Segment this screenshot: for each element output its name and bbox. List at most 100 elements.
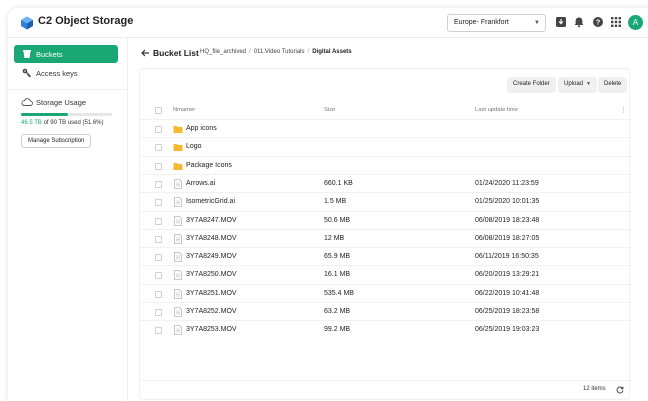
app-window: C2 Object Storage Europe- Frankfort ▼ ? … <box>8 8 648 401</box>
avatar[interactable]: A <box>628 15 643 30</box>
file-name[interactable]: 3Y7A8248.MOV <box>186 235 237 242</box>
file-name[interactable]: 3Y7A8249.MOV <box>186 253 237 260</box>
create-folder-button[interactable]: Create Folder <box>507 77 556 93</box>
file-name[interactable]: App icons <box>186 125 217 132</box>
table-row[interactable]: IsometricGrid.ai 1.5 MB 01/25/2020 10:01:3… <box>140 192 631 210</box>
sidebar-item-buckets[interactable]: Buckets <box>14 45 118 63</box>
file-name[interactable]: Logo <box>186 143 202 150</box>
back-arrow-icon[interactable] <box>140 48 150 58</box>
folder-icon <box>173 126 183 133</box>
file-size: 535.4 MB <box>324 289 354 297</box>
file-icon <box>174 325 182 336</box>
table-row[interactable]: Arrows.ai 660.1 KB 01/24/2020 11:23:59 <box>140 173 631 192</box>
table-row[interactable]: 3Y7A8251.MOV 535.4 MB 06/22/2019 10:41:48 <box>140 283 631 302</box>
column-header-size[interactable]: Size <box>324 107 335 113</box>
app-title: C2 Object Storage <box>38 15 134 27</box>
refresh-icon[interactable] <box>616 386 624 394</box>
table-row[interactable]: Package Icons <box>140 155 631 174</box>
sidebar-item-access-keys[interactable]: Access keys <box>14 64 118 82</box>
cloud-icon <box>21 98 33 106</box>
file-name[interactable]: 3Y7A8251.MOV <box>186 290 237 297</box>
download-box-icon[interactable] <box>555 16 567 28</box>
file-updated: 01/24/2020 11:23:59 <box>475 179 539 187</box>
row-checkbox[interactable] <box>155 180 162 188</box>
file-icon <box>174 197 182 208</box>
select-all-checkbox[interactable] <box>155 107 162 114</box>
file-name[interactable]: 3Y7A8247.MOV <box>186 217 237 224</box>
folder-icon <box>173 162 183 170</box>
table-row[interactable]: 3Y7A8252.MOV 63.2 MB 06/25/2019 18:23:58 <box>140 302 631 320</box>
file-icon <box>174 178 182 189</box>
file-updated: 06/25/2019 18:23:58 <box>475 308 540 315</box>
key-icon <box>22 68 31 78</box>
file-size: 12 MB <box>324 234 345 242</box>
file-list-panel: Create Folder Upload ▼ Delete Nmamer Size… <box>139 68 631 400</box>
storage-usage-bar <box>21 113 112 116</box>
help-icon[interactable]: ? <box>592 16 604 28</box>
row-checkbox[interactable] <box>155 254 162 262</box>
file-updated: 06/08/2019 18:23:48 <box>475 216 540 224</box>
file-name[interactable]: IsometricGrid.ai <box>186 198 235 205</box>
row-checkbox[interactable] <box>155 199 162 207</box>
top-bar: C2 Object Storage Europe- Frankfort ▼ ? … <box>8 8 648 38</box>
row-checkbox[interactable] <box>155 327 162 335</box>
table-row[interactable]: 3Y7A8250.MOV 16.1 MB 06/20/2019 13:29:21 <box>140 265 631 283</box>
storage-used-value: 46.5 TB <box>21 120 42 126</box>
delete-button[interactable]: Delete <box>598 77 628 93</box>
breadcrumb-item[interactable]: HQ_file_archived <box>200 49 246 55</box>
column-header-updated[interactable]: Last update time <box>475 107 518 113</box>
table-row[interactable]: 3Y7A8249.MOV 65.9 MB 06/11/2019 16:50:35 <box>140 247 631 265</box>
file-name[interactable]: 3Y7A8250.MOV <box>186 271 237 278</box>
table-row[interactable]: 3Y7A8253.MOV 99.2 MB 06/25/2019 19:03:23 <box>140 320 631 338</box>
file-updated: 06/11/2019 16:50:35 <box>475 253 539 261</box>
storage-usage-detail: of 90 TB used (51.6%) <box>43 120 104 126</box>
apps-grid-icon[interactable] <box>610 16 622 28</box>
storage-usage-text: 46.5 TB of 90 TB used (51.6%) <box>21 120 104 126</box>
row-checkbox[interactable] <box>155 162 162 170</box>
sidebar: Buckets Access keys Storage Usage 46.5 T… <box>8 38 128 401</box>
file-updated: 06/08/2019 18:27:05 <box>475 234 540 242</box>
file-name[interactable]: 3Y7A8253.MOV <box>186 326 237 333</box>
file-size: 50.6 MB <box>324 216 351 224</box>
item-count: 12 items <box>583 386 606 392</box>
row-checkbox[interactable] <box>155 217 162 225</box>
file-updated: 01/25/2020 10:01:35 <box>475 198 540 206</box>
bell-icon[interactable] <box>573 16 585 28</box>
file-icon <box>174 270 182 281</box>
folder-icon <box>173 144 183 152</box>
table-footer: 12 items <box>140 380 631 400</box>
breadcrumb-separator: / <box>307 49 310 55</box>
row-checkbox[interactable] <box>155 272 162 280</box>
file-updated: 06/25/2019 19:03:23 <box>475 326 540 334</box>
table-row[interactable]: 3Y7A8247.MOV 50.6 MB 06/08/2019 18:23:48 <box>140 210 631 229</box>
more-options-icon[interactable]: ⋮ <box>620 106 627 114</box>
breadcrumb-separator: / <box>249 49 251 55</box>
file-name[interactable]: Arrows.ai <box>186 180 215 187</box>
breadcrumb-item[interactable]: 011.Video Tutorials <box>254 49 305 55</box>
page-title: Bucket List <box>153 48 199 58</box>
breadcrumb: HQ_file_archived/011.Video Tutorials / Dig… <box>200 49 352 55</box>
table-row[interactable]: Logo <box>140 137 631 155</box>
upload-button-label: Upload <box>564 81 584 87</box>
row-checkbox[interactable] <box>155 126 162 133</box>
cube-logo-icon <box>21 16 33 30</box>
file-updated: 06/22/2019 10:41:48 <box>475 289 540 297</box>
row-checkbox[interactable] <box>155 144 162 152</box>
row-checkbox[interactable] <box>155 235 162 243</box>
file-size: 16.1 MB <box>324 271 351 279</box>
table-row[interactable]: App icons <box>140 119 631 137</box>
manage-subscription-button[interactable]: Manage Subscription <box>21 134 92 148</box>
file-name[interactable]: Package Icons <box>186 162 232 169</box>
column-header-name[interactable]: Nmamer <box>173 107 195 113</box>
file-name[interactable]: 3Y7A8252.MOV <box>186 308 237 315</box>
svg-text:?: ? <box>596 18 601 27</box>
row-checkbox[interactable] <box>155 309 162 316</box>
file-updated: 06/20/2019 13:29:21 <box>475 271 540 279</box>
table-row[interactable]: 3Y7A8248.MOV 12 MB 06/08/2019 18:27:05 <box>140 228 631 247</box>
file-size: 99.2 MB <box>324 326 351 334</box>
row-checkbox[interactable] <box>155 290 162 298</box>
upload-button[interactable]: Upload ▼ <box>558 77 597 93</box>
region-select[interactable]: Europe- Frankfort ▼ <box>447 14 546 32</box>
table-header: Nmamer Size Last update time ⋮ <box>140 103 631 119</box>
file-size: 1.5 MB <box>324 198 347 206</box>
